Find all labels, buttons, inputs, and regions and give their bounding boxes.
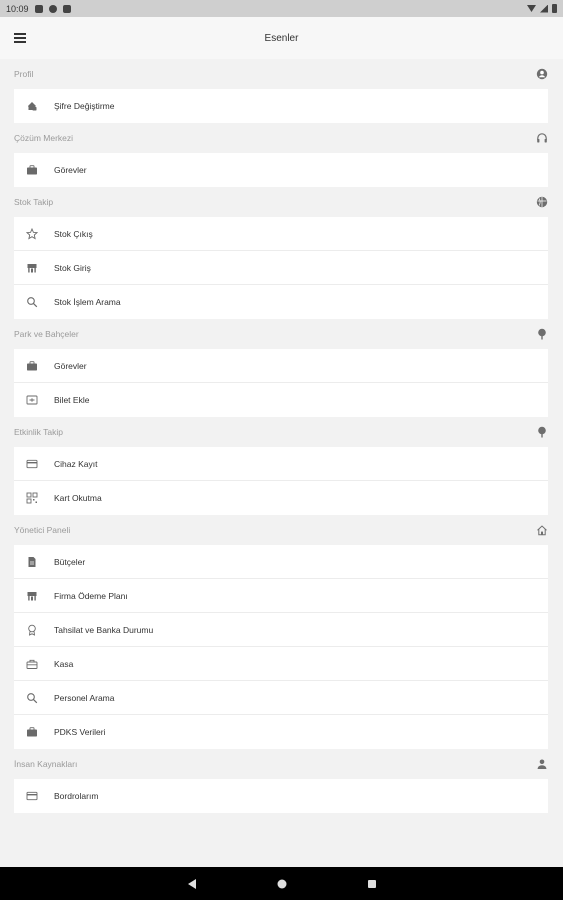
- menu-item-label: Stok İşlem Arama: [54, 297, 121, 307]
- menu-item-label: Kasa: [54, 658, 74, 669]
- section-title: Park ve Bahçeler: [14, 329, 79, 339]
- section-card: Görevler: [14, 153, 548, 187]
- menu-item-label: PDKS Verileri: [54, 727, 106, 737]
- tree-icon: [538, 426, 546, 438]
- wifi-icon: [527, 5, 536, 12]
- section-header: Çözüm Merkezi: [0, 123, 563, 153]
- section-header: İnsan Kaynakları: [0, 749, 563, 779]
- notification-icon: [34, 4, 43, 13]
- section-header: Yönetici Paneli: [0, 515, 563, 545]
- menu-item[interactable]: Bordrolarım: [14, 779, 548, 813]
- menu-item[interactable]: Cihaz Kayıt: [14, 447, 548, 481]
- menu-item-label: Cihaz Kayıt: [54, 458, 98, 469]
- notification-icon: [62, 4, 71, 13]
- store-icon: [27, 263, 37, 272]
- menu-item[interactable]: Personel Arama: [14, 681, 548, 715]
- person-icon: [537, 759, 547, 769]
- menu-item[interactable]: Firma Ödeme Planı: [14, 579, 548, 613]
- badge-icon: [28, 624, 36, 636]
- menu-item[interactable]: Stok Giriş: [14, 251, 548, 285]
- section-title: Etkinlik Takip: [14, 427, 63, 437]
- search-icon: [27, 297, 38, 308]
- menu-item-label: Bordrolarım: [54, 791, 99, 801]
- section-card: Görevler Bilet Ekle: [14, 349, 548, 417]
- menu-item-label: Görevler: [54, 360, 87, 371]
- menu-item-label: Tahsilat ve Banka Durumu: [54, 624, 154, 635]
- section-title: Stok Takip: [14, 197, 54, 207]
- navigation-bar: [0, 867, 563, 900]
- section-header: Etkinlik Takip: [0, 417, 563, 447]
- ticket-icon: [26, 395, 38, 405]
- globe-icon: [536, 196, 548, 208]
- section-card: Stok Çıkış Stok Giriş Stok İşlem Arama: [14, 217, 548, 319]
- hamburger-menu-icon[interactable]: [14, 33, 26, 43]
- menu-item[interactable]: Stok Çıkış: [14, 217, 548, 251]
- toolbox-icon: [26, 659, 38, 669]
- account-circle-icon: [536, 68, 548, 80]
- app-bar: Esenler: [0, 17, 563, 59]
- section-card: Bordrolarım: [14, 779, 548, 813]
- recents-square-icon[interactable]: [366, 878, 378, 890]
- menu-item-label: Görevler: [54, 165, 87, 175]
- briefcase-icon: [27, 165, 37, 175]
- notification-icon: [48, 4, 57, 13]
- section-title: Profil: [14, 69, 34, 79]
- menu-item[interactable]: Görevler: [14, 153, 548, 187]
- section-header: Profil: [0, 59, 563, 89]
- menu-item[interactable]: Tahsilat ve Banka Durumu: [14, 613, 548, 647]
- back-triangle-icon[interactable]: [186, 878, 198, 890]
- menu-item-label: Personel Arama: [54, 692, 115, 703]
- menu-item-label: Firma Ödeme Planı: [54, 590, 128, 601]
- menu-item[interactable]: Bütçeler: [14, 545, 548, 579]
- briefcase-icon: [27, 360, 37, 370]
- signal-icon: [540, 4, 548, 13]
- headset-icon: [537, 133, 547, 143]
- section-header: Stok Takip: [0, 187, 563, 217]
- section-card: Şifre Değiştirme: [14, 89, 548, 123]
- menu-item-label: Stok Çıkış: [54, 228, 93, 239]
- clock: 10:09: [6, 3, 29, 14]
- credit-card-icon: [26, 791, 38, 801]
- tree-icon: [538, 328, 546, 340]
- menu-item-label: Bilet Ekle: [54, 395, 90, 405]
- search-icon: [27, 692, 38, 703]
- home-circle-icon[interactable]: [276, 878, 288, 890]
- menu-item[interactable]: Şifre Değiştirme: [14, 89, 548, 123]
- menu-item-label: Şifre Değiştirme: [54, 101, 115, 111]
- section-card: Cihaz Kayıt Kart Okutma: [14, 447, 548, 515]
- status-bar: 10:09: [0, 0, 563, 17]
- credit-card-icon: [26, 459, 38, 468]
- store-icon: [27, 591, 37, 600]
- menu-item[interactable]: Kasa: [14, 647, 548, 681]
- battery-icon: [552, 4, 557, 13]
- menu-item[interactable]: Stok İşlem Arama: [14, 285, 548, 319]
- qr-code-icon: [26, 492, 38, 504]
- menu-item[interactable]: Kart Okutma: [14, 481, 548, 515]
- home-icon: [537, 525, 547, 536]
- menu-item[interactable]: Görevler: [14, 349, 548, 383]
- menu-item[interactable]: Bilet Ekle: [14, 383, 548, 417]
- section-header: Park ve Bahçeler: [0, 319, 563, 349]
- briefcase-icon: [27, 727, 37, 737]
- menu-item[interactable]: PDKS Verileri: [14, 715, 548, 749]
- menu-item-label: Kart Okutma: [54, 493, 102, 503]
- menu-list: Profil Şifre Değiştirme Çözüm Merkezi Görev…: [0, 59, 563, 867]
- section-card: Bütçeler Firma Ödeme Planı Tahsilat ve Ban…: [14, 545, 548, 749]
- menu-item-label: Stok Giriş: [54, 262, 91, 273]
- section-title: Yönetici Paneli: [14, 525, 71, 535]
- section-title: İnsan Kaynakları: [14, 759, 78, 769]
- document-icon: [28, 556, 36, 567]
- menu-item-label: Bütçeler: [54, 556, 86, 567]
- key-lock-icon: [28, 102, 37, 111]
- star-outline-icon: [26, 227, 38, 240]
- page-title: Esenler: [264, 32, 299, 44]
- section-title: Çözüm Merkezi: [14, 133, 74, 143]
